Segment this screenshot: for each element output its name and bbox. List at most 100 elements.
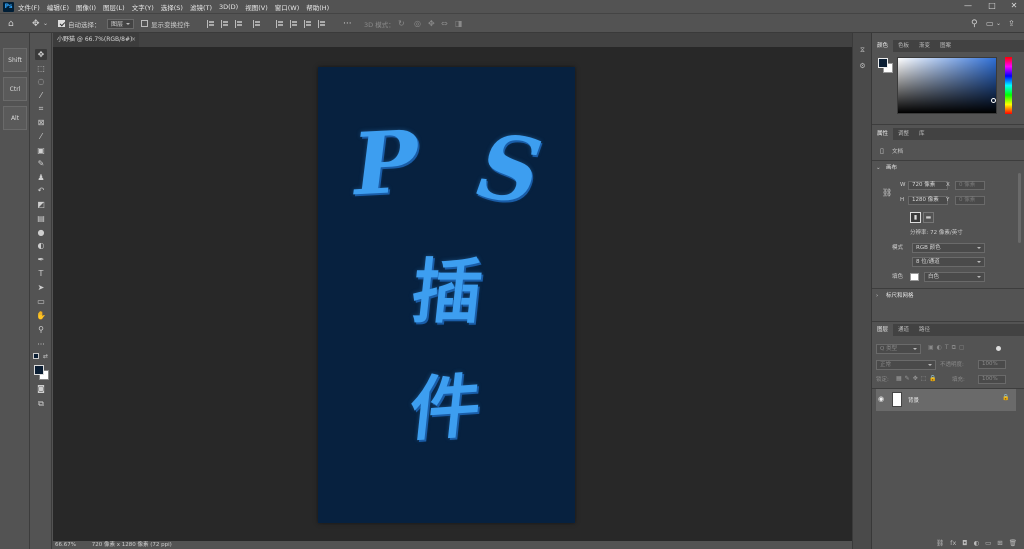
layer-row[interactable]: ◉ 背景 🔒 — [876, 389, 1016, 411]
adjust-panel-icon[interactable]: ⚙ — [858, 62, 867, 71]
tab-properties[interactable]: 属性 — [872, 128, 894, 140]
menu-help[interactable]: 帮助(H) — [306, 2, 329, 12]
align-top-icon[interactable] — [207, 20, 215, 28]
x-field[interactable]: 0 像素 — [955, 181, 985, 190]
share-icon[interactable]: ⇪ — [1008, 17, 1015, 30]
rulers-section-chevron-right-icon[interactable]: › — [876, 292, 878, 300]
canvas-section-chevron-down-icon[interactable]: ⌄ — [876, 164, 881, 172]
layer-filter-icons[interactable]: ▣◐T⧉▢ — [928, 344, 968, 352]
blend-mode-dropdown[interactable]: 正常 — [876, 360, 936, 370]
auto-select-checkbox[interactable] — [58, 20, 65, 27]
filter-toggle-icon[interactable] — [996, 346, 1001, 351]
opacity-field[interactable]: 100% — [978, 360, 1006, 369]
menu-type[interactable]: 文字(Y) — [132, 2, 154, 12]
mode-dropdown[interactable]: RGB 颜色 — [912, 243, 985, 253]
workspace-icon[interactable]: ▭ — [986, 17, 994, 30]
link-layers-icon[interactable]: ⛓ — [936, 537, 944, 549]
document-canvas[interactable]: P S 插 件 — [318, 67, 575, 523]
tab-gradients[interactable]: 渐变 — [914, 40, 935, 52]
pen-tool-icon[interactable]: ✒ — [35, 254, 47, 265]
layer-filter-dropdown[interactable]: Q 类型 — [876, 344, 921, 354]
marquee-tool-icon[interactable]: ⬚ — [35, 63, 47, 74]
add-mask-icon[interactable]: ◘ — [962, 537, 967, 549]
edit-toolbar-icon[interactable]: ··· — [35, 339, 47, 350]
distribute-bottom-icon[interactable] — [304, 20, 312, 28]
move-tool-icon[interactable]: ✥ — [32, 17, 40, 30]
zoom-tool-icon[interactable]: ⚲ — [35, 324, 47, 335]
new-layer-icon[interactable]: ⊞ — [997, 537, 1002, 549]
properties-scrollbar[interactable] — [1018, 173, 1021, 243]
y-field[interactable]: 0 像素 — [955, 196, 985, 205]
orbit-3d-icon[interactable]: ↻ — [398, 17, 405, 30]
fill-color-swatch[interactable] — [910, 273, 919, 281]
maximize-button[interactable]: □ — [984, 0, 1000, 13]
tab-color[interactable]: 颜色 — [872, 40, 894, 52]
frame-tool-icon[interactable]: ⊠ — [35, 117, 47, 128]
menu-select[interactable]: 选择(S) — [161, 2, 183, 12]
auto-select-dropdown[interactable]: 图层 — [107, 17, 135, 30]
scale-3d-icon[interactable]: ◨ — [455, 17, 463, 30]
layer-visibility-eye-icon[interactable]: ◉ — [878, 395, 884, 403]
brush-tool-icon[interactable]: ✎ — [35, 158, 47, 169]
magic-wand-tool-icon[interactable]: ⁄ — [35, 90, 47, 101]
close-button[interactable]: ✕ — [1006, 0, 1022, 13]
lasso-tool-icon[interactable]: ◌ — [35, 76, 47, 87]
minimize-button[interactable]: — — [960, 0, 976, 13]
type-tool-icon[interactable]: T — [35, 268, 47, 279]
shape-tool-icon[interactable]: ▭ — [35, 296, 47, 307]
width-field[interactable]: 720 像素 — [908, 181, 948, 190]
tool-preset-chevron-down-icon[interactable]: ⌄ — [43, 17, 48, 30]
menu-filter[interactable]: 滤镜(T) — [190, 2, 212, 12]
bit-depth-dropdown[interactable]: 8 位/通道 — [912, 257, 985, 267]
quick-mask-icon[interactable]: ◙ — [35, 383, 47, 394]
menu-layer[interactable]: 图层(L) — [103, 2, 125, 12]
pan-3d-icon[interactable]: ✥ — [428, 17, 435, 30]
foreground-color-swatch[interactable] — [34, 365, 44, 375]
search-icon[interactable]: ⚲ — [971, 17, 978, 30]
show-transform-checkbox[interactable] — [141, 20, 148, 27]
alt-key-button[interactable]: Alt — [3, 106, 27, 130]
landscape-orientation-icon[interactable]: ▬ — [923, 212, 934, 223]
canvas-section-title[interactable]: 画布 — [886, 164, 897, 172]
healing-brush-tool-icon[interactable]: ▣ — [35, 145, 47, 156]
distribute-left-icon[interactable] — [318, 20, 326, 28]
eraser-tool-icon[interactable]: ◩ — [35, 199, 47, 210]
screen-mode-icon[interactable]: ⧉ — [35, 398, 47, 409]
roll-3d-icon[interactable]: ◎ — [414, 17, 421, 30]
align-middle-icon[interactable] — [221, 20, 229, 28]
tab-libraries[interactable]: 库 — [914, 128, 930, 140]
fill-opacity-field[interactable]: 100% — [978, 375, 1006, 384]
color-picker-field[interactable] — [897, 57, 997, 114]
tab-swatches[interactable]: 色板 — [893, 40, 914, 52]
more-options-icon[interactable]: ··· — [343, 17, 352, 30]
color-picker-cursor[interactable] — [991, 98, 996, 103]
menu-view[interactable]: 视图(V) — [245, 2, 268, 12]
slide-3d-icon[interactable]: ⇔ — [441, 17, 448, 30]
document-tab[interactable]: 小野猫 @ 66.7%(RGB/8#) × — [53, 33, 139, 47]
distribute-middle-icon[interactable] — [290, 20, 298, 28]
adjustment-layer-icon[interactable]: ◐ — [973, 537, 979, 549]
tab-channels[interactable]: 通道 — [893, 324, 914, 336]
tab-patterns[interactable]: 图案 — [935, 40, 956, 52]
align-left-icon[interactable] — [253, 20, 261, 28]
show-transform-option[interactable]: 显示变换控件 — [141, 17, 190, 30]
distribute-top-icon[interactable] — [276, 20, 284, 28]
gradient-tool-icon[interactable]: ▤ — [35, 213, 47, 224]
link-dimensions-icon[interactable]: ⛓ — [882, 189, 892, 197]
layer-lock-icon[interactable]: 🔒 — [1002, 394, 1009, 401]
menu-window[interactable]: 窗口(W) — [275, 2, 300, 12]
menu-3d[interactable]: 3D(D) — [219, 3, 238, 11]
default-colors-icon[interactable] — [33, 353, 39, 359]
move-tool-icon[interactable]: ✥ — [35, 49, 47, 60]
shift-key-button[interactable]: Shift — [3, 48, 27, 72]
tab-adjustments[interactable]: 调整 — [893, 128, 914, 140]
blur-tool-icon[interactable]: ● — [35, 227, 47, 238]
path-selection-tool-icon[interactable]: ➤ — [35, 282, 47, 293]
dodge-tool-icon[interactable]: ◐ — [35, 240, 47, 251]
document-info[interactable]: 720 像素 x 1280 像素 (72 ppi) — [92, 542, 172, 548]
history-panel-icon[interactable]: ⧖ — [858, 46, 867, 55]
menu-image[interactable]: 图像(I) — [76, 2, 96, 12]
workspace-chevron-down-icon[interactable]: ⌄ — [996, 17, 1001, 30]
rulers-section-title[interactable]: 标尺和网格 — [886, 292, 914, 300]
eyedropper-tool-icon[interactable]: ⁄ — [35, 131, 47, 142]
